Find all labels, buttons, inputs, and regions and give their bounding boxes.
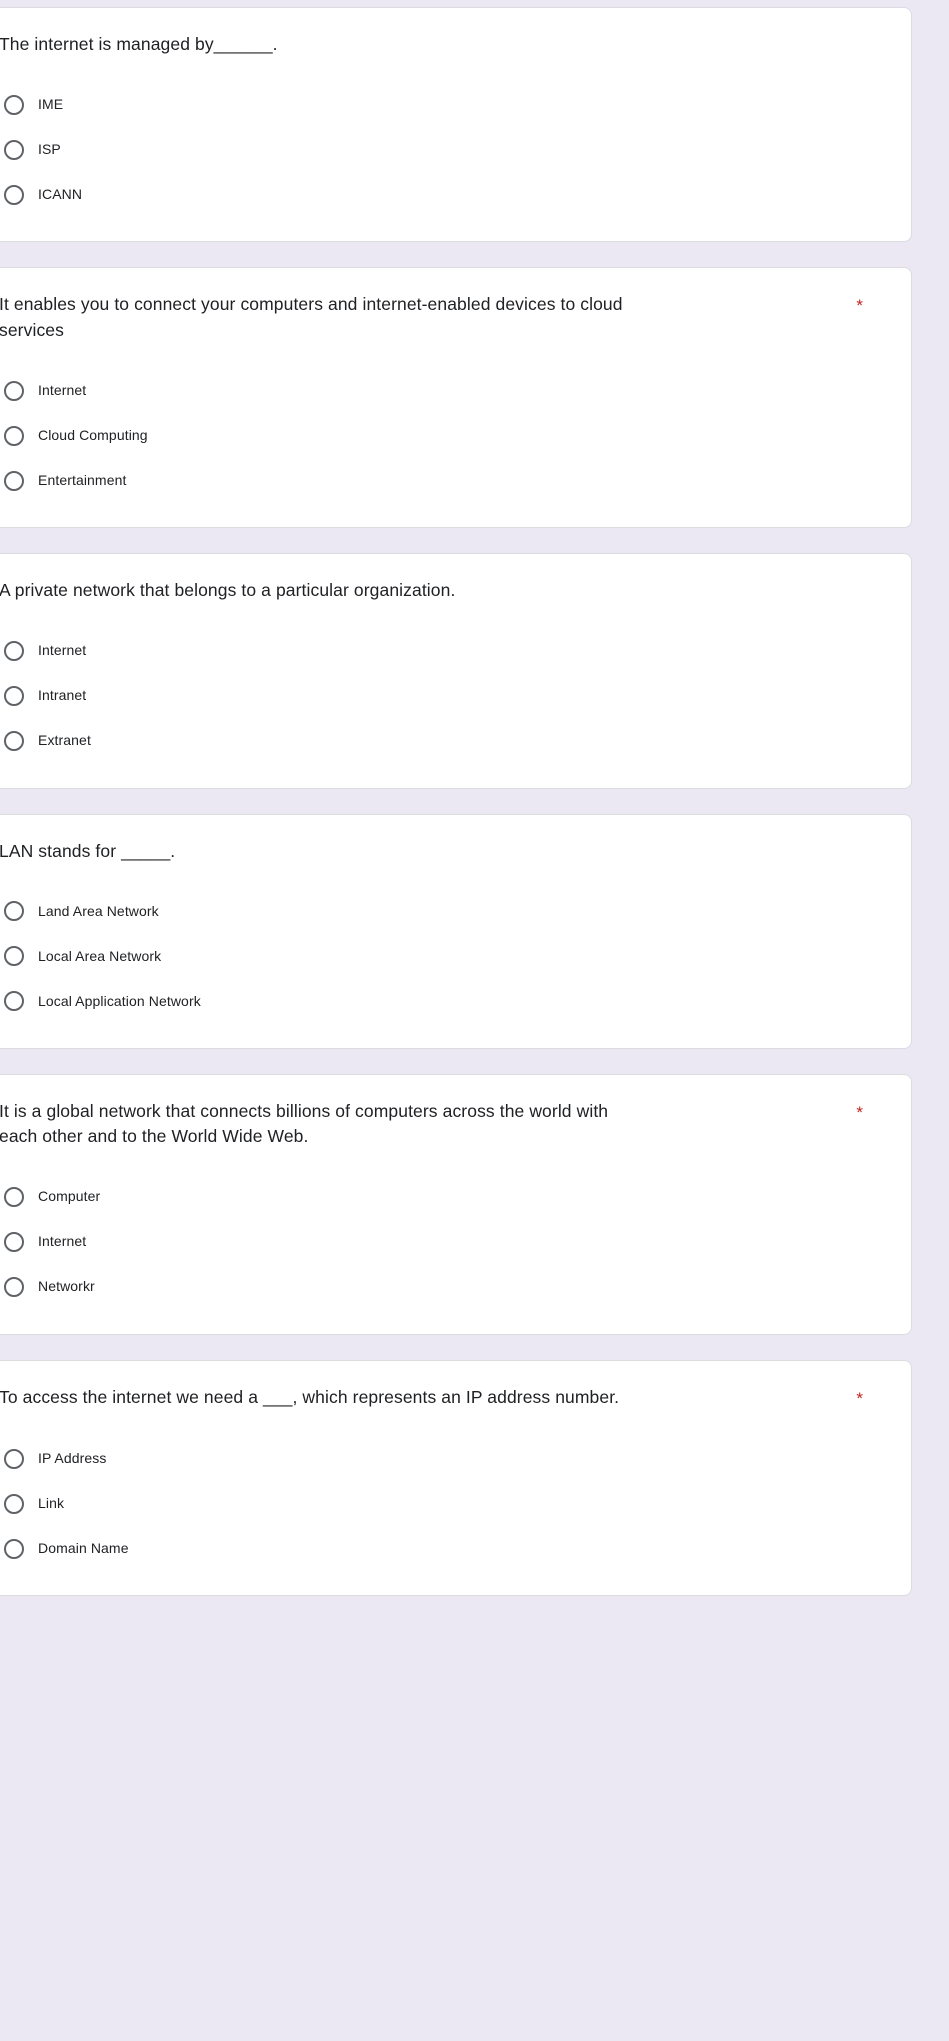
required-asterisk: * [856, 296, 863, 316]
radio-option[interactable]: ISP [0, 127, 887, 172]
question-card: LAN stands for _____. Land Area Network Lo… [0, 813, 912, 1049]
radio-unselected-icon[interactable] [4, 1187, 24, 1208]
options-group: Land Area Network Local Area Network Local… [0, 889, 887, 1024]
question-header: The internet is managed by______. [0, 32, 887, 57]
option-label: Internet [38, 642, 87, 659]
question-title: The internet is managed by______. [0, 34, 278, 54]
question-title: It enables you to connect your computers… [0, 294, 628, 340]
radio-unselected-icon[interactable] [4, 1277, 24, 1298]
radio-unselected-icon[interactable] [4, 991, 24, 1012]
options-group: Computer Internet Networkr [0, 1175, 887, 1310]
radio-option[interactable]: Networkr [0, 1265, 887, 1310]
question-card: It enables you to connect your computers… [0, 267, 912, 529]
question-header: It is a global network that connects bil… [0, 1099, 887, 1150]
card-gap [0, 1335, 949, 1360]
question-card: The internet is managed by______. IME ISP I… [0, 7, 912, 243]
radio-unselected-icon[interactable] [4, 946, 24, 967]
radio-unselected-icon[interactable] [4, 686, 24, 706]
option-label: IP Address [38, 1449, 107, 1466]
radio-unselected-icon[interactable] [4, 641, 24, 661]
radio-option[interactable]: Internet [0, 368, 887, 413]
option-label: Cloud Computing [38, 426, 148, 443]
radio-option[interactable]: Internet [0, 1220, 887, 1265]
radio-unselected-icon[interactable] [4, 731, 24, 751]
option-label: Domain Name [38, 1539, 129, 1556]
radio-unselected-icon[interactable] [4, 1493, 24, 1514]
question-title: A private network that belongs to a part… [0, 580, 456, 601]
radio-unselected-icon[interactable] [4, 1448, 24, 1469]
radio-unselected-icon[interactable] [4, 139, 24, 160]
radio-unselected-icon[interactable] [4, 1538, 24, 1559]
radio-option[interactable]: IME [0, 82, 887, 127]
option-label: ISP [38, 141, 61, 158]
radio-option[interactable]: IP Address [0, 1436, 887, 1481]
option-label: Local Area Network [38, 947, 162, 964]
question-header: To access the internet we need a ___, wh… [0, 1385, 887, 1412]
question-title: To access the internet we need a ___, wh… [0, 1386, 620, 1407]
option-label: ICANN [38, 186, 83, 203]
radio-option[interactable]: Extranet [0, 719, 887, 764]
radio-unselected-icon[interactable] [4, 1232, 24, 1253]
option-label: Internet [38, 1233, 87, 1250]
radio-option[interactable]: Cloud Computing [0, 413, 887, 458]
card-gap [0, 1049, 949, 1074]
radio-option[interactable]: ICANN [0, 172, 887, 217]
question-header: It enables you to connect your computers… [0, 292, 887, 343]
radio-option[interactable]: Entertainment [0, 458, 887, 503]
required-asterisk: * [856, 1102, 863, 1122]
radio-option[interactable]: Link [0, 1481, 887, 1526]
options-group: Internet Cloud Computing Entertainment [0, 368, 887, 503]
option-label: Intranet [38, 687, 87, 704]
radio-option[interactable]: Computer [0, 1175, 887, 1220]
options-group: Internet Intranet Extranet [0, 629, 887, 764]
options-group: IME ISP ICANN [0, 82, 887, 217]
radio-option[interactable]: Local Area Network [0, 934, 887, 979]
required-asterisk: * [856, 1388, 863, 1408]
option-label: Land Area Network [38, 902, 159, 919]
question-title: LAN stands for _____. [0, 840, 176, 861]
radio-unselected-icon[interactable] [4, 470, 24, 491]
card-gap [0, 789, 949, 814]
radio-unselected-icon[interactable] [4, 380, 24, 401]
radio-unselected-icon[interactable] [4, 94, 24, 115]
option-label: Networkr [38, 1278, 95, 1295]
radio-unselected-icon[interactable] [4, 901, 24, 922]
question-card: It is a global network that connects bil… [0, 1073, 912, 1335]
question-card: To access the internet we need a ___, wh… [0, 1359, 912, 1597]
form-question-list: The internet is managed by______. IME ISP I… [0, 0, 949, 1597]
radio-option[interactable]: Local Application Network [0, 979, 887, 1024]
question-title: It is a global network that connects bil… [0, 1100, 614, 1147]
radio-option[interactable]: Intranet [0, 674, 887, 719]
option-label: Computer [38, 1188, 101, 1205]
radio-option[interactable]: Domain Name [0, 1526, 887, 1571]
question-card: A private network that belongs to a part… [0, 553, 912, 789]
radio-option[interactable]: Land Area Network [0, 889, 887, 934]
option-label: IME [38, 96, 64, 113]
card-gap [0, 528, 949, 553]
card-gap [0, 242, 949, 267]
top-spacer [0, 0, 949, 7]
radio-unselected-icon[interactable] [4, 425, 24, 446]
option-label: Extranet [38, 732, 91, 749]
option-label: Entertainment [38, 471, 127, 488]
option-label: Internet [38, 381, 87, 398]
radio-option[interactable]: Internet [0, 629, 887, 674]
option-label: Local Application Network [38, 992, 201, 1009]
option-label: Link [38, 1494, 65, 1511]
question-header: A private network that belongs to a part… [0, 578, 887, 603]
options-group: IP Address Link Domain Name [0, 1436, 887, 1571]
question-header: LAN stands for _____. [0, 839, 887, 864]
radio-unselected-icon[interactable] [4, 184, 24, 205]
